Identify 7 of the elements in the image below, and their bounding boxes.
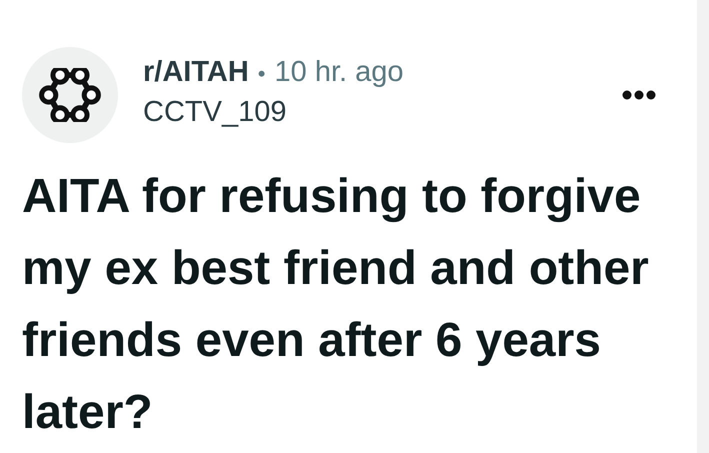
post-time: 10 hr. ago: [274, 55, 404, 90]
more-icon: [622, 90, 656, 100]
community-icon: [39, 68, 101, 122]
separator: •: [258, 60, 266, 88]
post-title: AITA for refusing to forgive my ex best friend and other friends even after 6 years later?: [22, 169, 650, 441]
author-link[interactable]: CCTV_109: [143, 93, 404, 131]
community-link[interactable]: r/AITAH: [143, 53, 249, 91]
